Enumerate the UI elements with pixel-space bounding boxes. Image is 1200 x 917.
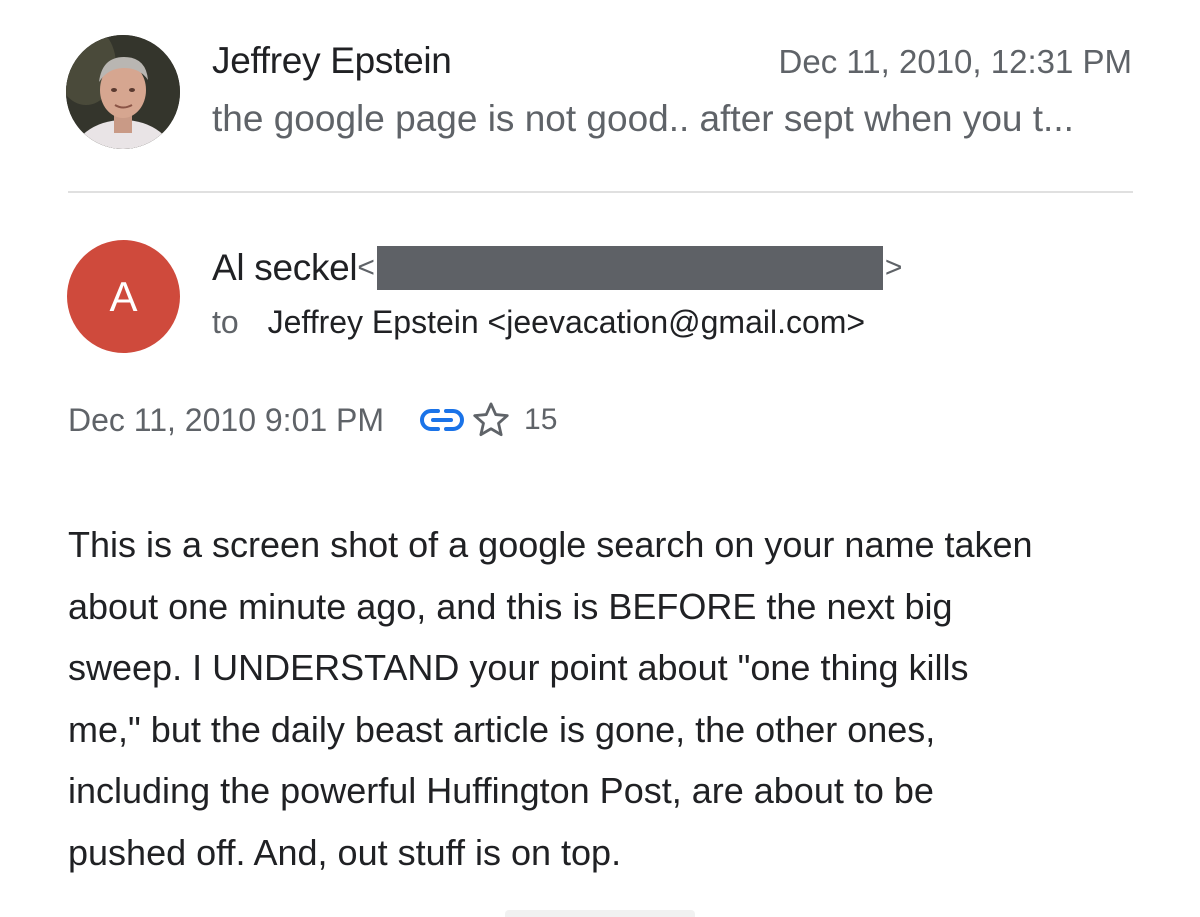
body-line: sweep. I UNDERSTAND your point about "on… [68,647,969,688]
body-line: This is a screen shot of a google search… [68,524,1033,565]
recipient-address: Jeffrey Epstein <jeevacation@gmail.com> [267,304,866,340]
previous-sender-name: Jeffrey Epstein [212,40,452,81]
message-divider [68,191,1133,193]
message-meta: Dec 11, 2010 9:01 PM 15 [68,398,557,442]
body-line: pushed off. And, out stuff is on top. [68,831,622,873]
sender-line[interactable]: Al seckel < > [212,246,902,290]
sender-avatar-photo [66,35,180,149]
previous-message-date: Dec 11, 2010, 12:31 PM [778,43,1132,80]
email-close-bracket: > [884,251,903,284]
body-line: including the powerful Huffington Post, … [68,770,934,811]
recipient-line[interactable]: to Jeffrey Epstein <jeevacation@gmail.co… [212,304,865,341]
sender-avatar: A [67,240,180,353]
redacted-email-block [376,246,883,290]
email-open-bracket: < [357,251,375,284]
sender-name: Al seckel [212,247,358,288]
body-line: me," but the daily beast article is gone… [68,708,936,750]
previous-message-row[interactable]: Jeffrey Epstein Dec 11, 2010, 12:31 PM t… [0,0,1200,192]
previous-message-snippet: the google page is not good.. after sept… [212,98,1074,139]
message-body: This is a screen shot of a google search… [68,514,1148,883]
body-line: about one minute ago, and this is BEFORE… [68,585,953,627]
to-label: to [212,304,239,340]
message-date: Dec 11, 2010 9:01 PM [68,401,385,438]
star-outline-icon[interactable] [470,399,512,441]
attachment-edge [505,910,695,917]
star-count: 15 [524,403,558,436]
link-icon[interactable] [420,405,465,435]
